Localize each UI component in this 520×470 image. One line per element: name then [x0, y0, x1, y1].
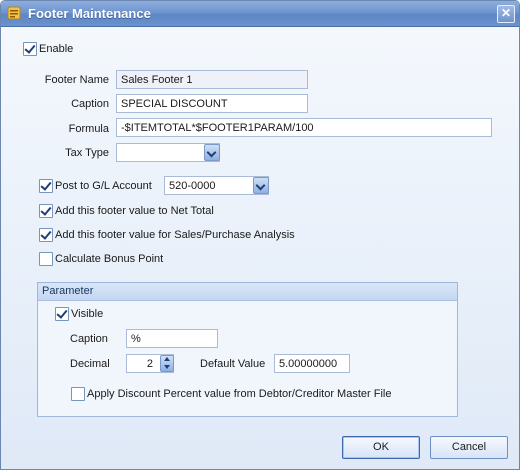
footer-name-field[interactable]: Sales Footer 1: [116, 70, 308, 89]
default-value-label: Default Value: [200, 358, 266, 370]
decimal-label: Decimal: [70, 358, 110, 370]
tax-type-label: Tax Type: [65, 147, 109, 159]
cancel-button[interactable]: Cancel: [430, 436, 508, 459]
caption-field[interactable]: SPECIAL DISCOUNT: [116, 94, 308, 113]
window-icon: [7, 6, 21, 20]
post-gl-label: Post to G/L Account: [55, 180, 152, 192]
gl-account-dropdown-icon[interactable]: [253, 177, 269, 194]
decimal-spinner-icon[interactable]: [160, 355, 174, 372]
param-caption-field[interactable]: %: [126, 329, 218, 348]
visible-label: Visible: [71, 308, 104, 320]
param-caption-label: Caption: [70, 333, 108, 345]
parameter-title: Parameter: [42, 285, 94, 297]
footer-maintenance-window: Footer Maintenance ✕ Enable Footer Name …: [0, 0, 520, 470]
net-total-checkbox[interactable]: [39, 204, 53, 218]
sales-analysis-label: Add this footer value for Sales/Purchase…: [55, 229, 295, 241]
title-bar[interactable]: Footer Maintenance ✕: [1, 1, 519, 27]
parameter-group: Parameter Visible Caption % Decimal 2 De…: [37, 282, 458, 417]
post-gl-checkbox[interactable]: [39, 179, 53, 193]
dialog-body: Enable Footer Name Sales Footer 1 Captio…: [1, 27, 519, 469]
apply-discount-label: Apply Discount Percent value from Debtor…: [87, 388, 392, 400]
formula-field[interactable]: -$ITEMTOTAL*$FOOTER1PARAM/100: [116, 118, 492, 137]
apply-discount-checkbox[interactable]: [71, 387, 85, 401]
net-total-label: Add this footer value to Net Total: [55, 205, 214, 217]
sales-analysis-checkbox[interactable]: [39, 228, 53, 242]
enable-checkbox[interactable]: [23, 42, 37, 56]
window-title: Footer Maintenance: [28, 6, 151, 21]
formula-label: Formula: [68, 123, 109, 135]
bonus-point-checkbox[interactable]: [39, 252, 53, 266]
tax-type-dropdown-icon[interactable]: [204, 144, 220, 161]
bonus-point-label: Calculate Bonus Point: [55, 253, 164, 265]
parameter-header: Parameter: [38, 283, 457, 301]
visible-checkbox[interactable]: [55, 307, 69, 321]
close-button[interactable]: ✕: [497, 5, 515, 23]
default-value-field[interactable]: 5.00000000: [274, 354, 350, 373]
enable-label: Enable: [39, 43, 74, 55]
caption-label: Caption: [71, 98, 109, 110]
footer-name-label: Footer Name: [44, 74, 109, 86]
ok-button[interactable]: OK: [342, 436, 420, 459]
